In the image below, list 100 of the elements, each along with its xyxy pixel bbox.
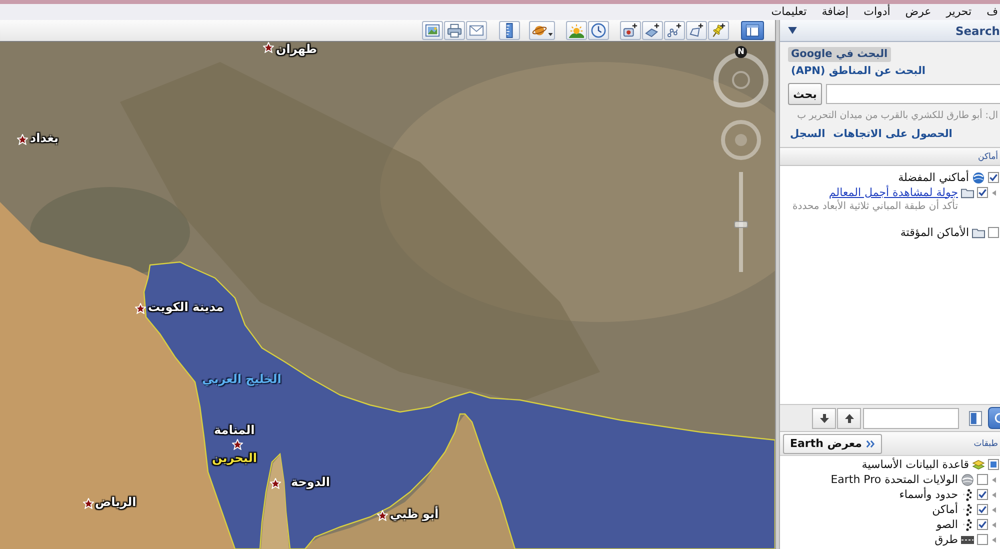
planet-button[interactable] (529, 21, 555, 40)
place-label: مدينة الكويت (148, 300, 224, 315)
panel-header[interactable]: معرض Earth طبقات (780, 431, 1000, 456)
move-down-button[interactable] (812, 408, 836, 428)
camera-plus-icon (623, 23, 638, 38)
pushpin-plus-icon (711, 23, 726, 38)
round-button[interactable] (988, 407, 1000, 429)
water-label: الخليج العربي (202, 372, 282, 387)
dots-icon (961, 488, 974, 500)
tree-item-label[interactable]: حدود وأسماء (899, 488, 958, 502)
checkbox[interactable] (977, 504, 988, 515)
print-button[interactable] (444, 21, 465, 40)
tree-item-label[interactable]: الولايات المتحدة Earth Pro (830, 472, 958, 486)
earth-gallery-button[interactable]: معرض Earth (783, 434, 882, 454)
checkbox[interactable] (977, 534, 988, 545)
sunrise-icon (569, 23, 584, 38)
expand-arrow-icon[interactable] (992, 536, 996, 542)
zoom-slider-thumb[interactable] (734, 221, 748, 228)
tree-item-label[interactable]: أماكني المفضلة (898, 170, 969, 184)
add-polygon-button[interactable] (686, 21, 707, 40)
search-button[interactable]: بحث (788, 83, 822, 105)
star-marker-icon[interactable] (270, 478, 281, 489)
envelope-icon (469, 23, 484, 38)
overlay-plus-icon (645, 23, 660, 38)
sunlight-button[interactable] (566, 21, 587, 40)
place-label: المنامة (214, 423, 255, 438)
folder-icon (972, 226, 985, 238)
up-arrow-icon (844, 414, 854, 422)
panel-title: أماكن (978, 152, 998, 162)
add-path-button[interactable] (664, 21, 685, 40)
globe-icon (961, 474, 974, 486)
search-tab[interactable]: البحث في Google (788, 47, 891, 62)
search-link[interactable]: الحصول على الاتجاهات (833, 127, 952, 141)
tree-item-label[interactable]: الأماكن المؤقتة (900, 226, 969, 240)
star-marker-icon[interactable] (232, 439, 243, 450)
star-marker-icon[interactable] (17, 134, 28, 145)
historical-imagery-button[interactable] (588, 21, 609, 40)
path-plus-icon (667, 23, 682, 38)
record-tour-button[interactable] (620, 21, 641, 40)
search-field[interactable] (826, 84, 1000, 104)
expand-arrow-icon[interactable] (992, 190, 996, 196)
menu-item[interactable]: تحرير (946, 5, 972, 19)
tree-item-label[interactable]: طرق (934, 532, 958, 546)
item-description: تأكد أن طبقة المباني ثلاثية الأبعاد محددة (792, 201, 958, 212)
place-label: الدوحة (291, 475, 330, 490)
expand-arrow-icon[interactable] (992, 476, 996, 482)
printer-icon (447, 23, 462, 38)
email-button[interactable] (466, 21, 487, 40)
star-marker-icon[interactable] (83, 498, 94, 509)
save-image-button[interactable] (422, 21, 443, 40)
folder-icon (961, 186, 974, 198)
star-marker-icon[interactable] (263, 42, 274, 53)
place-label: طهران (276, 42, 318, 57)
ring-icon (993, 412, 1000, 424)
star-marker-icon[interactable] (135, 303, 146, 314)
expand-arrow-icon[interactable] (992, 506, 996, 512)
expand-arrow-icon[interactable] (992, 522, 996, 528)
panel-layout-icon (968, 410, 982, 426)
caret-icon (548, 33, 552, 36)
ruler-button[interactable] (499, 21, 520, 40)
globe-icon (972, 172, 985, 184)
sidebar-button[interactable] (741, 21, 764, 40)
checkbox[interactable] (977, 519, 988, 530)
down-triangle-icon[interactable] (788, 27, 797, 34)
region-label: البحرين (212, 451, 257, 466)
clock-icon (591, 23, 606, 38)
search-link[interactable]: السجل (790, 127, 826, 141)
expand-arrow-icon[interactable] (992, 492, 996, 498)
places-search-field[interactable] (863, 408, 959, 428)
add-placemark-button[interactable] (708, 21, 729, 40)
menu-item[interactable]: إضافة (822, 5, 849, 19)
menu-item[interactable]: أدوات (864, 5, 890, 19)
road-icon (961, 534, 974, 546)
planet-icon (532, 23, 546, 38)
star-marker-icon[interactable] (377, 510, 388, 521)
place-label: أبو ظبي (390, 507, 439, 522)
layers-icon (972, 458, 985, 470)
checkbox[interactable] (988, 172, 999, 183)
add-image-overlay-button[interactable] (642, 21, 663, 40)
menu-item[interactable]: عرض (905, 5, 932, 19)
move-up-button[interactable] (837, 408, 861, 428)
search-tab[interactable]: البحث عن المناطق (APN) (788, 64, 928, 79)
tree-item-label[interactable]: الصو (936, 518, 958, 532)
panel-title: Search (955, 24, 1000, 38)
panel-title: طبقات (974, 438, 998, 448)
tree-item-label[interactable]: أماكن (932, 502, 958, 516)
checkbox[interactable] (977, 187, 988, 198)
panel-header[interactable]: Search (780, 20, 1000, 42)
checkbox[interactable] (977, 489, 988, 500)
checkbox[interactable] (977, 474, 988, 485)
search-example-text: ال: أبو طارق للكشري بالقرب من ميدان التحرير ب (797, 110, 998, 121)
checkbox[interactable] (988, 459, 999, 470)
menu-item[interactable]: ف (986, 5, 998, 19)
checkbox[interactable] (988, 227, 999, 238)
tree-item-label[interactable]: قاعدة البيانات الأساسية (862, 458, 969, 472)
down-arrow-icon (820, 414, 828, 422)
tour-link[interactable]: جولة لمشاهدة أجمل المعالم (828, 186, 958, 200)
panel-header[interactable]: أماكن (780, 147, 1000, 166)
dots-icon (961, 518, 974, 530)
menu-item[interactable]: تعليمات (771, 5, 807, 19)
